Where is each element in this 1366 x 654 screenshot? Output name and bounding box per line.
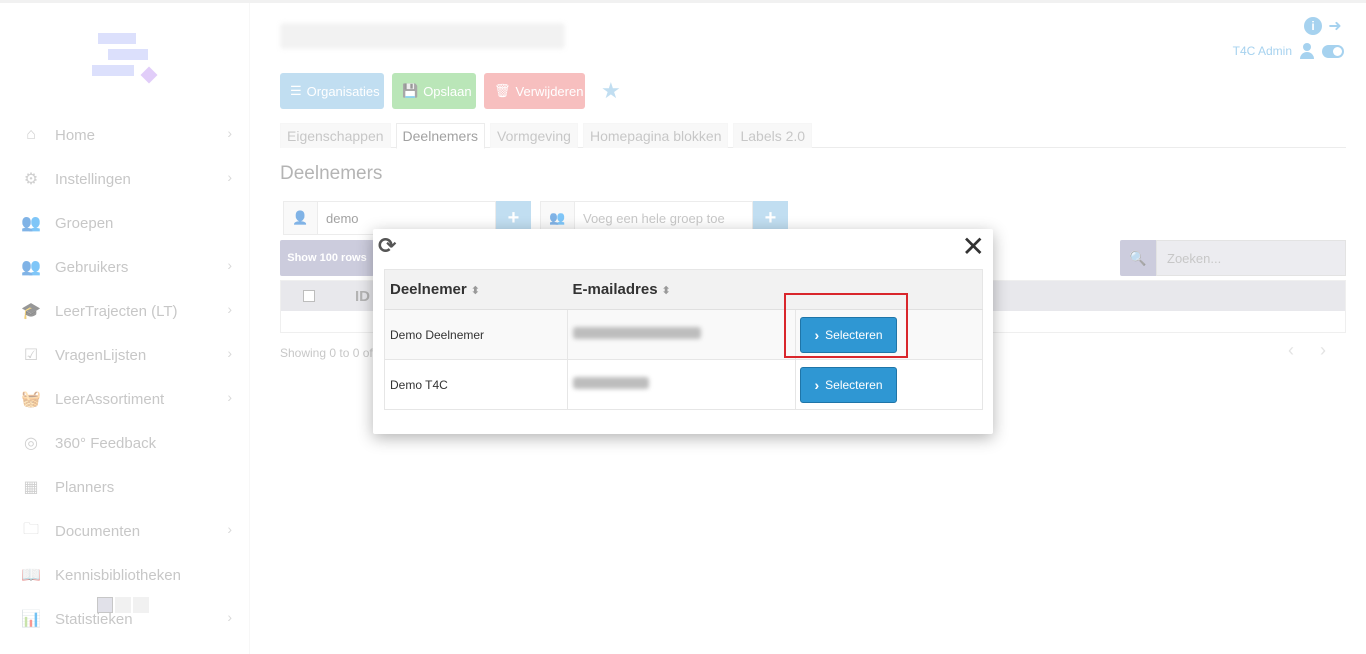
refresh-icon[interactable]: ⟳ — [378, 233, 396, 259]
participant-email — [567, 309, 796, 360]
action-cell: › Selecteren — [795, 359, 983, 410]
participant-email — [567, 359, 796, 410]
highlight-box — [784, 293, 908, 358]
sort-icon: ⬍ — [470, 285, 480, 297]
select-button[interactable]: › Selecteren — [800, 366, 897, 403]
participant-name: Demo T4C — [384, 359, 568, 410]
participant-name: Demo Deelnemer — [384, 309, 568, 360]
chevron-right-icon: › — [814, 376, 820, 393]
column-header-deelnemer[interactable]: Deelnemer ⬍ — [384, 269, 568, 310]
table-row: Demo T4C › Selecteren — [384, 359, 983, 410]
sort-icon: ⬍ — [661, 285, 671, 297]
close-icon[interactable]: ✕ — [962, 233, 985, 261]
column-header-email[interactable]: E-mailadres ⬍ — [567, 269, 796, 310]
